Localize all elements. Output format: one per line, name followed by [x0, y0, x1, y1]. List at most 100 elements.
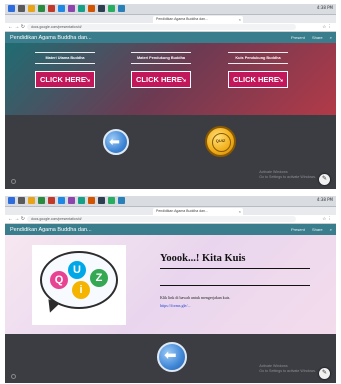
watermark-line2: Go to Settings to activate Windows.: [259, 175, 316, 179]
app-icon[interactable]: [78, 197, 85, 204]
nav-arrows-icon[interactable]: ← → ↻: [8, 216, 25, 222]
menu-materi-utama: Materi Utama Buddha CLICK HERE ➘: [35, 52, 95, 88]
slide-lower-area: ⬅ Activate Windows Go to Settings to act…: [5, 334, 336, 383]
divider: [160, 285, 310, 286]
bubble-tail: [44, 299, 60, 315]
app-icon[interactable]: [68, 5, 75, 12]
screenshot-bottom: 4:38 PM Pendidikan Agama Buddha dan... ×…: [5, 196, 336, 383]
activate-windows-watermark: Activate Windows Go to Settings to activ…: [259, 364, 316, 374]
quiz-instruction: Klik link di bawah untuk mengerjakan kui…: [160, 295, 231, 300]
tab-label: Pendidikan Agama Buddha dan...: [156, 209, 208, 213]
browser-tab[interactable]: Pendidikan Agama Buddha dan... ×: [153, 208, 243, 215]
settings-icon[interactable]: [11, 179, 16, 184]
clock: 4:38 PM: [316, 5, 333, 10]
browser-menu-icon[interactable]: ☆ ⋮: [322, 24, 332, 30]
divider: [228, 63, 288, 64]
menu-label: Materi Pendukung Buddha: [136, 56, 186, 60]
app-icon[interactable]: [78, 5, 85, 12]
tab-label: Pendidikan Agama Buddha dan...: [156, 17, 208, 21]
divider: [35, 63, 95, 64]
menu-label: Materi Utama Buddha: [45, 56, 85, 60]
close-icon[interactable]: ×: [239, 16, 241, 23]
browser-tabstrip: Pendidikan Agama Buddha dan... ×: [5, 207, 336, 215]
address-bar: ← → ↻ docs.google.com/presentation/d/ ☆ …: [5, 215, 336, 224]
address-bar: ← → ↻ docs.google.com/presentation/d/ ☆ …: [5, 23, 336, 32]
app-icon[interactable]: [108, 5, 115, 12]
letter-q-icon: Q: [50, 271, 68, 289]
browser-icon[interactable]: [58, 5, 65, 12]
letter-i-icon: i: [72, 281, 90, 299]
app-icon[interactable]: [108, 197, 115, 204]
arrow-left-icon: ⬅: [164, 347, 177, 364]
click-here-button[interactable]: CLICK HERE ➘: [131, 71, 191, 88]
os-taskbar: 4:38 PM: [5, 4, 336, 15]
search-icon[interactable]: ⌕: [330, 227, 332, 232]
os-taskbar: 4:38 PM: [5, 196, 336, 207]
search-icon[interactable]: [18, 197, 25, 204]
button-label: CLICK HERE: [233, 75, 279, 84]
menu-slide: Materi Utama Buddha CLICK HERE ➘ Materi …: [5, 43, 336, 115]
app-icon[interactable]: [48, 197, 55, 204]
divider: [160, 268, 310, 269]
nav-share[interactable]: Share: [312, 227, 323, 232]
browser-tabstrip: Pendidikan Agama Buddha dan... ×: [5, 15, 336, 23]
click-here-button[interactable]: CLICK HERE ➘: [228, 71, 288, 88]
letter-z-icon: Z: [90, 269, 108, 287]
quiz-title: Yoook...! Kita Kuis: [160, 253, 246, 264]
browser-tab[interactable]: Pendidikan Agama Buddha dan... ×: [153, 16, 243, 23]
browser-icon[interactable]: [58, 197, 65, 204]
app-icon[interactable]: [38, 197, 45, 204]
menu-label: Kuis Pendukung Buddha: [235, 56, 281, 60]
url-field[interactable]: docs.google.com/presentation/d/: [27, 24, 296, 30]
nav-share[interactable]: Share: [312, 35, 323, 40]
back-button[interactable]: ⬅: [103, 129, 129, 155]
quiz-illustration: Q U i Z: [32, 245, 126, 325]
folder-icon[interactable]: [28, 5, 35, 12]
app-icon[interactable]: [38, 5, 45, 12]
start-icon[interactable]: [8, 5, 15, 12]
browser-menu-icon[interactable]: ☆ ⋮: [322, 216, 332, 222]
pointer-cursor-icon: ➘: [277, 75, 284, 84]
click-here-button[interactable]: CLICK HERE ➘: [35, 71, 95, 88]
folder-icon[interactable]: [28, 197, 35, 204]
app-icon[interactable]: [118, 5, 125, 12]
app-icon[interactable]: [98, 5, 105, 12]
nav-present[interactable]: Present: [291, 35, 305, 40]
quiz-slide: Q U i Z Yoook...! Kita Kuis Klik link di…: [5, 235, 336, 334]
pencil-icon[interactable]: ✎: [319, 368, 330, 379]
back-button[interactable]: ⬅: [157, 342, 187, 372]
letter-u-icon: U: [68, 261, 86, 279]
button-label: CLICK HERE: [136, 75, 182, 84]
app-icon[interactable]: [98, 197, 105, 204]
app-icon[interactable]: [48, 5, 55, 12]
button-label: CLICK HERE: [40, 75, 86, 84]
menu-kuis: Kuis Pendukung Buddha CLICK HERE ➘: [228, 52, 288, 88]
divider: [131, 52, 191, 53]
search-icon[interactable]: ⌕: [330, 35, 332, 40]
start-icon[interactable]: [8, 197, 15, 204]
slide-lower-area: ⬅ QUIZ Activate Windows Go to Settings t…: [5, 115, 336, 189]
clock: 4:38 PM: [316, 197, 333, 202]
app-icon[interactable]: [118, 197, 125, 204]
pointer-cursor-icon: ➘: [180, 75, 187, 84]
nav-arrows-icon[interactable]: ← → ↻: [8, 24, 25, 30]
activate-windows-watermark: Activate Windows Go to Settings to activ…: [259, 170, 316, 180]
close-icon[interactable]: ×: [239, 208, 241, 215]
menu-materi-pendukung: Materi Pendukung Buddha CLICK HERE ➘: [131, 52, 191, 88]
watermark-line2: Go to Settings to activate Windows.: [259, 369, 316, 373]
url-field[interactable]: docs.google.com/presentation/d/: [27, 216, 296, 222]
quiz-coin-button[interactable]: QUIZ: [205, 126, 236, 157]
app-icon[interactable]: [68, 197, 75, 204]
search-icon[interactable]: [18, 5, 25, 12]
app-icon[interactable]: [88, 5, 95, 12]
nav-present[interactable]: Present: [291, 227, 305, 232]
divider: [228, 52, 288, 53]
coin-label: QUIZ: [215, 138, 226, 143]
divider: [131, 63, 191, 64]
settings-icon[interactable]: [11, 374, 16, 379]
divider: [35, 52, 95, 53]
quiz-link[interactable]: https://forms.gle/...: [160, 303, 190, 308]
app-icon[interactable]: [88, 197, 95, 204]
pencil-icon[interactable]: ✎: [319, 174, 330, 185]
arrow-left-icon: ⬅: [109, 134, 120, 149]
